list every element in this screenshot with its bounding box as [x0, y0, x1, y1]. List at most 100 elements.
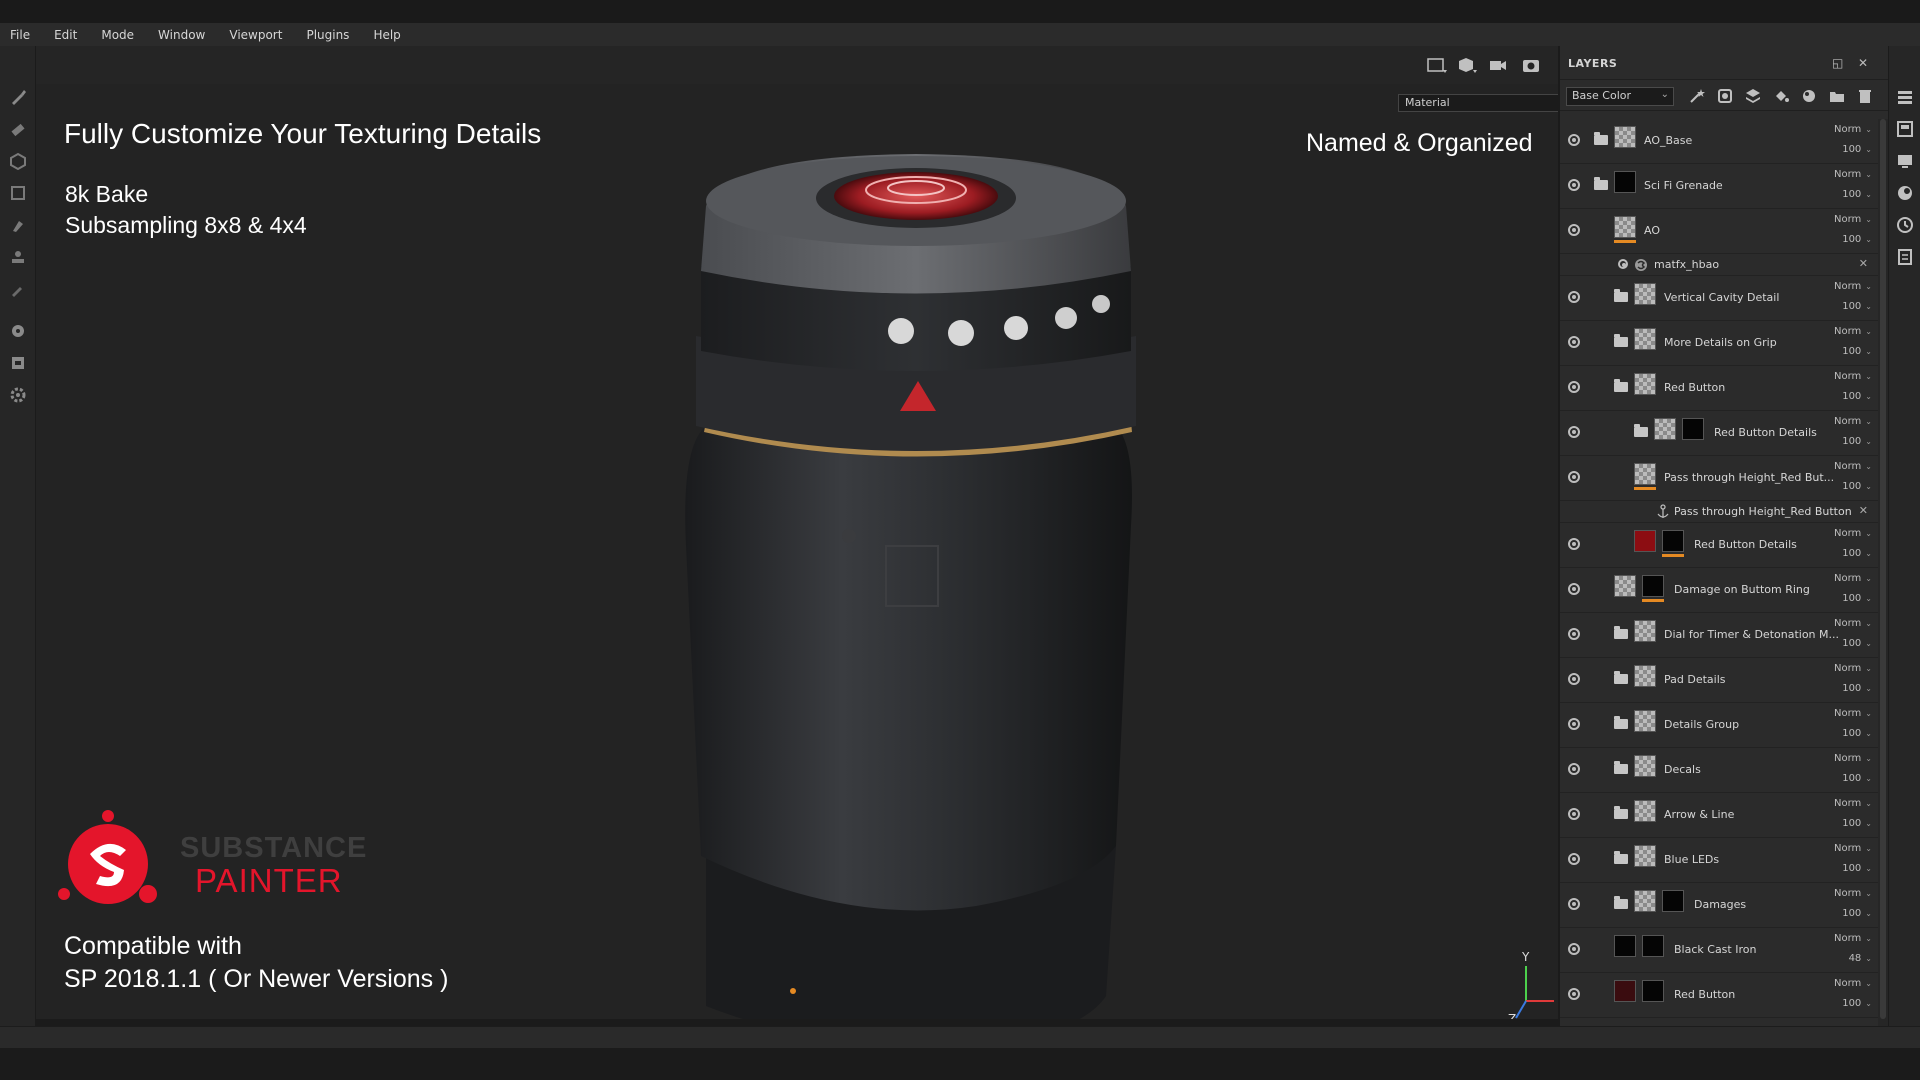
menu-edit[interactable]: Edit: [50, 26, 81, 44]
visibility-eye-icon[interactable]: [1568, 471, 1580, 483]
blend-mode-select[interactable]: Norm ⌄: [1834, 124, 1872, 135]
visibility-eye-icon[interactable]: [1568, 538, 1580, 550]
clone-stamp-icon[interactable]: [9, 248, 27, 266]
channel-select[interactable]: Base Color ⌄: [1566, 87, 1674, 106]
blend-mode-select[interactable]: Norm ⌄: [1834, 798, 1872, 809]
visibility-eye-icon[interactable]: [1568, 718, 1580, 730]
display-settings-icon[interactable]: [1896, 152, 1914, 170]
opacity-field[interactable]: 100 ⌄: [1842, 481, 1872, 492]
bake-icon[interactable]: [9, 322, 27, 340]
camera-icon[interactable]: [1488, 56, 1510, 74]
layer-row[interactable]: Damages Norm ⌄ 100 ⌄: [1560, 883, 1878, 928]
layer-row[interactable]: AO Norm ⌄ 100 ⌄: [1560, 209, 1878, 254]
visibility-eye-icon[interactable]: [1568, 179, 1580, 191]
3d-viewport[interactable]: Material ⌄ Fully Customize Your Texturin…: [36, 46, 1558, 1026]
delete-icon[interactable]: [1856, 88, 1874, 104]
close-icon[interactable]: ✕: [1858, 56, 1868, 70]
blend-mode-select[interactable]: Norm ⌄: [1834, 281, 1872, 292]
blend-mode-select[interactable]: Norm ⌄: [1834, 888, 1872, 899]
blend-mode-select[interactable]: Norm ⌄: [1834, 214, 1872, 225]
texture-set-icon[interactable]: [1896, 120, 1914, 138]
magic-wand-icon[interactable]: [1688, 88, 1706, 104]
layer-row[interactable]: Decals Norm ⌄ 100 ⌄: [1560, 748, 1878, 793]
opacity-field[interactable]: 100 ⌄: [1842, 998, 1872, 1009]
3d-view-icon[interactable]: [1456, 56, 1478, 74]
history-icon[interactable]: [1896, 216, 1914, 234]
menu-viewport[interactable]: Viewport: [225, 26, 286, 44]
scrollbar-thumb[interactable]: [1880, 119, 1886, 1019]
screenshot-icon[interactable]: [1520, 56, 1542, 74]
blend-mode-select[interactable]: Norm ⌄: [1834, 708, 1872, 719]
layer-row[interactable]: Black Cast Iron Norm ⌄ 48 ⌄: [1560, 928, 1878, 973]
settings-icon[interactable]: [9, 386, 27, 404]
blend-mode-select[interactable]: Norm ⌄: [1834, 933, 1872, 944]
opacity-field[interactable]: 100 ⌄: [1842, 818, 1872, 829]
remove-effect-icon[interactable]: ✕: [1859, 257, 1868, 270]
layer-row[interactable]: Pad Details Norm ⌄ 100 ⌄: [1560, 658, 1878, 703]
opacity-field[interactable]: 100 ⌄: [1842, 234, 1872, 245]
layer-row[interactable]: Arrow & Line Norm ⌄ 100 ⌄: [1560, 793, 1878, 838]
opacity-field[interactable]: 100 ⌄: [1842, 548, 1872, 559]
fill-layer-icon[interactable]: [1772, 88, 1790, 104]
layer-row[interactable]: Sci Fi Grenade Norm ⌄ 100 ⌄: [1560, 164, 1878, 209]
visibility-eye-icon[interactable]: [1568, 808, 1580, 820]
blend-mode-select[interactable]: Norm ⌄: [1834, 461, 1872, 472]
layer-row[interactable]: Vertical Cavity Detail Norm ⌄ 100 ⌄: [1560, 276, 1878, 321]
eraser-icon[interactable]: [9, 120, 27, 138]
visibility-eye-icon[interactable]: [1568, 583, 1580, 595]
visibility-eye-icon[interactable]: [1568, 673, 1580, 685]
log-icon[interactable]: [1896, 248, 1914, 266]
opacity-field[interactable]: 100 ⌄: [1842, 773, 1872, 784]
menu-plugins[interactable]: Plugins: [302, 26, 353, 44]
blend-mode-select[interactable]: Norm ⌄: [1834, 169, 1872, 180]
viewport-scrollbar[interactable]: [36, 1019, 1558, 1026]
opacity-field[interactable]: 100 ⌄: [1842, 908, 1872, 919]
polygon-fill-icon[interactable]: [9, 184, 27, 202]
paint-brush-icon[interactable]: [9, 88, 27, 106]
layer-row[interactable]: Red Button Details Norm ⌄ 100 ⌄: [1560, 411, 1878, 456]
opacity-field[interactable]: 100 ⌄: [1842, 346, 1872, 357]
blend-mode-select[interactable]: Norm ⌄: [1834, 371, 1872, 382]
visibility-eye-icon[interactable]: [1568, 426, 1580, 438]
blend-mode-select[interactable]: Norm ⌄: [1834, 416, 1872, 427]
layer-row[interactable]: Red Button Norm ⌄ 100 ⌄: [1560, 366, 1878, 411]
blend-mode-select[interactable]: Norm ⌄: [1834, 978, 1872, 989]
visibility-eye-icon[interactable]: [1568, 628, 1580, 640]
shader-icon[interactable]: [1896, 184, 1914, 202]
opacity-field[interactable]: 100 ⌄: [1842, 863, 1872, 874]
layer-list-scrollbar[interactable]: [1878, 119, 1888, 1026]
visibility-eye-icon[interactable]: [1568, 763, 1580, 775]
layer-row[interactable]: AO_Base Norm ⌄ 100 ⌄: [1560, 119, 1878, 164]
opacity-field[interactable]: 100 ⌄: [1842, 144, 1872, 155]
visibility-eye-icon[interactable]: [1568, 943, 1580, 955]
opacity-field[interactable]: 48 ⌄: [1849, 953, 1872, 964]
opacity-field[interactable]: 100 ⌄: [1842, 638, 1872, 649]
opacity-field[interactable]: 100 ⌄: [1842, 593, 1872, 604]
remove-anchor-icon[interactable]: ✕: [1859, 504, 1868, 517]
opacity-field[interactable]: 100 ⌄: [1842, 189, 1872, 200]
menu-help[interactable]: Help: [369, 26, 404, 44]
layer-row[interactable]: Details Group Norm ⌄ 100 ⌄: [1560, 703, 1878, 748]
visibility-eye-icon[interactable]: [1568, 224, 1580, 236]
visibility-eye-icon[interactable]: [1568, 988, 1580, 1000]
visibility-eye-icon[interactable]: [1568, 134, 1580, 146]
blend-mode-select[interactable]: Norm ⌄: [1834, 573, 1872, 584]
layer-row[interactable]: Red Button Norm ⌄ 100 ⌄: [1560, 973, 1878, 1018]
opacity-field[interactable]: 100 ⌄: [1842, 391, 1872, 402]
add-folder-icon[interactable]: [1828, 88, 1846, 104]
layer-row[interactable]: Dial for Timer & Detonation M... Norm ⌄ 1…: [1560, 613, 1878, 658]
visibility-eye-icon[interactable]: [1568, 898, 1580, 910]
blend-mode-select[interactable]: Norm ⌄: [1834, 843, 1872, 854]
menu-file[interactable]: File: [6, 26, 34, 44]
float-panel-icon[interactable]: ◱: [1832, 56, 1843, 70]
layer-row[interactable]: Blue LEDs Norm ⌄ 100 ⌄: [1560, 838, 1878, 883]
visibility-eye-icon[interactable]: [1568, 291, 1580, 303]
blend-mode-select[interactable]: Norm ⌄: [1834, 618, 1872, 629]
visibility-eye-icon[interactable]: [1618, 259, 1628, 269]
visibility-eye-icon[interactable]: [1568, 336, 1580, 348]
viewport-mode-select[interactable]: Material ⌄: [1398, 94, 1558, 112]
visibility-eye-icon[interactable]: [1568, 853, 1580, 865]
opacity-field[interactable]: 100 ⌄: [1842, 728, 1872, 739]
smart-material-icon[interactable]: [1800, 88, 1818, 104]
menu-window[interactable]: Window: [154, 26, 209, 44]
